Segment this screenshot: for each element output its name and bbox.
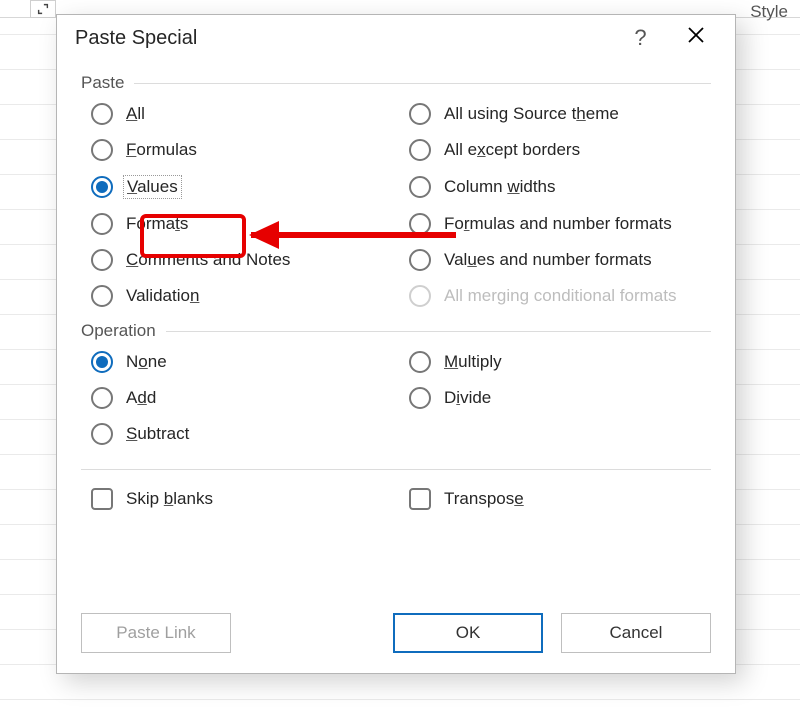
radio-label: All except borders bbox=[441, 139, 583, 161]
radio-icon bbox=[409, 103, 431, 125]
paste-radio-merge-cond: All merging conditional formats bbox=[409, 285, 711, 307]
radio-icon bbox=[409, 387, 431, 409]
skip-blanks-label: Skip blanks bbox=[123, 488, 216, 510]
ribbon-tile bbox=[30, 0, 56, 18]
radio-icon bbox=[91, 285, 113, 307]
radio-label: Multiply bbox=[441, 351, 505, 373]
skip-blanks-checkbox[interactable]: Skip blanks bbox=[91, 488, 393, 510]
cancel-button[interactable]: Cancel bbox=[561, 613, 711, 653]
radio-icon bbox=[409, 351, 431, 373]
radio-label: All using Source theme bbox=[441, 103, 622, 125]
divider bbox=[81, 469, 711, 470]
radio-label: Values and number formats bbox=[441, 249, 655, 271]
paste-radio-validation[interactable]: Validation bbox=[91, 285, 393, 307]
radio-label: Validation bbox=[123, 285, 202, 307]
radio-label: Comments and Notes bbox=[123, 249, 293, 271]
radio-icon bbox=[409, 249, 431, 271]
radio-icon bbox=[91, 139, 113, 161]
paste-radio-fmt-num[interactable]: Formulas and number formats bbox=[409, 213, 711, 235]
dialog-title: Paste Special bbox=[75, 27, 197, 50]
paste-radio-values[interactable]: Values bbox=[91, 175, 393, 199]
paste-radio-formats[interactable]: Formats bbox=[91, 213, 393, 235]
operation-radio-subtract[interactable]: Subtract bbox=[91, 423, 393, 445]
radio-icon bbox=[409, 176, 431, 198]
radio-icon bbox=[409, 285, 431, 307]
paste-radio-col-widths[interactable]: Column widths bbox=[409, 175, 711, 199]
radio-label: Formulas bbox=[123, 139, 200, 161]
transpose-checkbox[interactable]: Transpose bbox=[409, 488, 711, 510]
paste-radio-all[interactable]: All bbox=[91, 103, 393, 125]
radio-label: Formulas and number formats bbox=[441, 213, 675, 235]
paste-radio-src-theme[interactable]: All using Source theme bbox=[409, 103, 711, 125]
paste-radio-except-borders[interactable]: All except borders bbox=[409, 139, 711, 161]
radio-icon bbox=[91, 213, 113, 235]
ok-button[interactable]: OK bbox=[393, 613, 543, 653]
transpose-label: Transpose bbox=[441, 488, 527, 510]
operation-radio-add[interactable]: Add bbox=[91, 387, 393, 409]
paste-link-button[interactable]: Paste Link bbox=[81, 613, 231, 653]
operation-group: Operation None Multiply Add Divide Subtract bbox=[81, 321, 711, 453]
radio-icon bbox=[91, 249, 113, 271]
radio-icon bbox=[91, 351, 113, 373]
radio-label: None bbox=[123, 351, 170, 373]
close-icon bbox=[686, 25, 706, 45]
divider bbox=[134, 83, 711, 84]
radio-label: Subtract bbox=[123, 423, 192, 445]
radio-label: Formats bbox=[123, 213, 191, 235]
radio-icon bbox=[91, 423, 113, 445]
radio-label: Add bbox=[123, 387, 159, 409]
close-button[interactable] bbox=[668, 25, 723, 51]
paste-radio-val-num[interactable]: Values and number formats bbox=[409, 249, 711, 271]
paste-group: Paste All All using Source theme Formulas A… bbox=[81, 73, 711, 315]
checkbox-icon bbox=[409, 488, 431, 510]
paste-radio-formulas[interactable]: Formulas bbox=[91, 139, 393, 161]
operation-legend: Operation bbox=[81, 321, 156, 341]
operation-radio-divide[interactable]: Divide bbox=[409, 387, 711, 409]
radio-icon bbox=[409, 213, 431, 235]
operation-radio-multiply[interactable]: Multiply bbox=[409, 351, 711, 373]
checkbox-icon bbox=[91, 488, 113, 510]
radio-label: All merging conditional formats bbox=[441, 285, 679, 307]
paste-legend: Paste bbox=[81, 73, 124, 93]
operation-radio-none[interactable]: None bbox=[91, 351, 393, 373]
ribbon-styles-label: Style bbox=[750, 2, 788, 22]
radio-icon bbox=[91, 176, 113, 198]
radio-icon bbox=[409, 139, 431, 161]
help-button[interactable]: ? bbox=[613, 25, 668, 51]
radio-icon bbox=[91, 103, 113, 125]
radio-icon bbox=[91, 387, 113, 409]
paste-radio-comments[interactable]: Comments and Notes bbox=[91, 249, 393, 271]
divider bbox=[166, 331, 711, 332]
radio-label: Values bbox=[123, 175, 182, 199]
radio-label: Column widths bbox=[441, 176, 559, 198]
paste-special-dialog: Paste Special ? Paste All All using Sourc… bbox=[56, 14, 736, 674]
radio-label: All bbox=[123, 103, 148, 125]
radio-label: Divide bbox=[441, 387, 494, 409]
